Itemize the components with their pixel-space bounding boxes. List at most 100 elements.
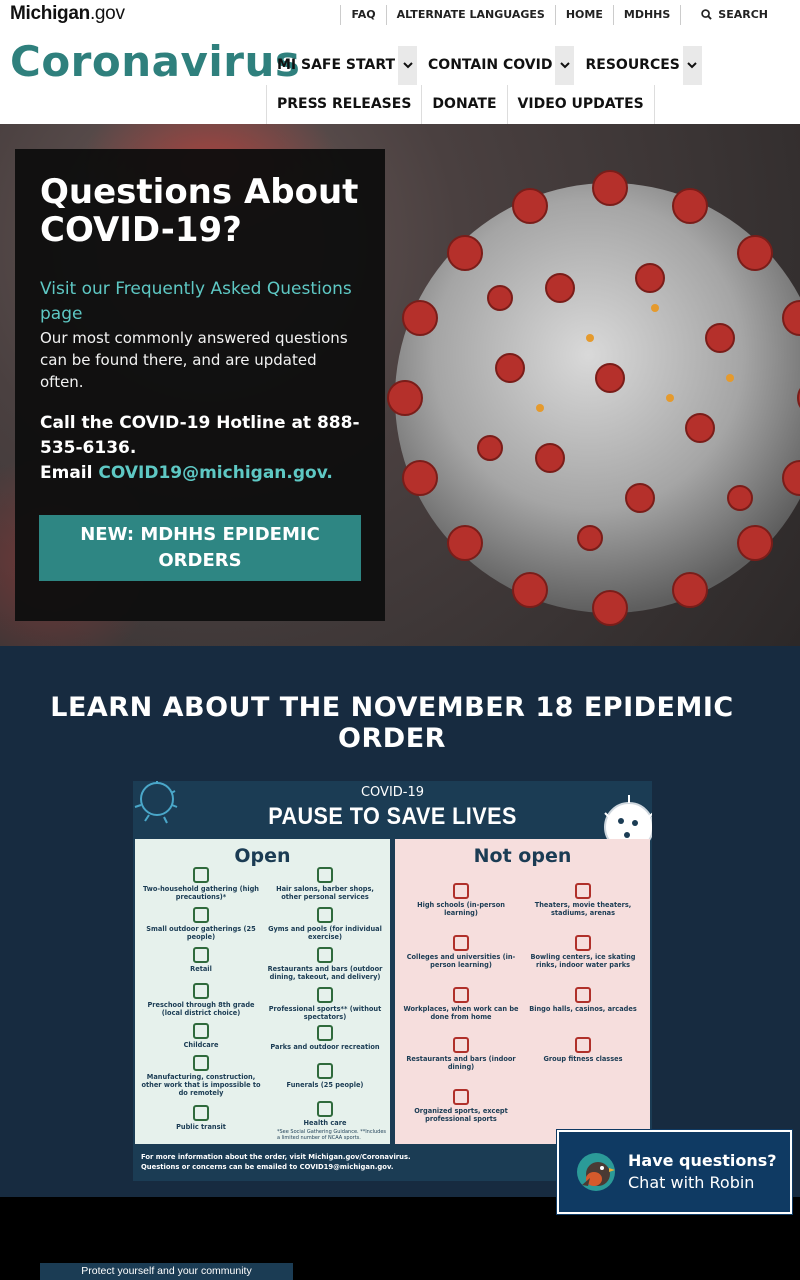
graphic-title: PAUSE TO SAVE LIVES <box>268 803 517 830</box>
open-item: Manufacturing, construction, other work … <box>141 1055 261 1097</box>
school-icon <box>453 883 469 899</box>
email-line: Email COVID19@michigan.gov. <box>40 461 360 486</box>
questions-panel: Questions About COVID-19? Visit our Freq… <box>15 149 385 621</box>
site-header: Coronavirus MI SAFE START CONTAIN COVID … <box>0 29 800 124</box>
chevron-down-icon[interactable] <box>555 46 575 85</box>
not-open-panel: Not open High schools (in-person learnin… <box>395 839 650 1144</box>
nav-resources[interactable]: RESOURCES <box>574 46 702 85</box>
protect-banner: Protect yourself and your community <box>40 1263 293 1280</box>
nav-video-updates[interactable]: VIDEO UPDATES <box>506 85 655 124</box>
utility-bar: Michigan.gov FAQ ALTERNATE LANGUAGES HOM… <box>0 0 800 29</box>
closed-item: Group fitness classes <box>523 1037 643 1063</box>
nav-mi-safe-start[interactable]: MI SAFE START <box>266 46 418 85</box>
open-heading: Open <box>234 845 291 867</box>
chat-action: Chat with Robin <box>628 1173 755 1192</box>
open-item: Public transit <box>141 1105 261 1131</box>
open-item: Parks and outdoor recreation <box>265 1025 385 1051</box>
chevron-down-icon[interactable] <box>682 46 702 85</box>
open-item: Gyms and pools (for individual exercise) <box>265 907 385 941</box>
chevron-down-icon[interactable] <box>398 46 418 85</box>
search-icon <box>701 9 713 20</box>
closed-item: Theaters, movie theaters, stadiums, aren… <box>523 883 643 917</box>
nav-label: RESOURCES <box>585 57 680 73</box>
house-icon <box>193 867 209 883</box>
store-icon <box>193 947 209 963</box>
epidemic-orders-button[interactable]: NEW: MDHHS EPIDEMIC ORDERS <box>39 515 361 581</box>
chat-with-robin-widget[interactable]: Have questions? Chat with Robin <box>556 1129 793 1215</box>
utility-links: FAQ ALTERNATE LANGUAGES HOME MDHHS SEARC… <box>340 0 778 29</box>
search-button[interactable]: SEARCH <box>680 4 778 25</box>
learn-section: LEARN ABOUT THE NOVEMBER 18 EPIDEMIC ORD… <box>0 646 800 1197</box>
nav-contain-covid[interactable]: CONTAIN COVID <box>417 46 575 85</box>
closed-item: Organized sports, except professional sp… <box>401 1089 521 1123</box>
closed-item: High schools (in-person learning) <box>401 883 521 917</box>
panel-heading: Questions About COVID-19? <box>40 172 359 250</box>
coronavirus-illustration <box>387 170 800 626</box>
section-heading: LEARN ABOUT THE NOVEMBER 18 EPIDEMIC ORD… <box>50 692 734 754</box>
footer-line: Questions or concerns can be emailed to … <box>141 1163 394 1171</box>
nav-donate[interactable]: DONATE <box>421 85 506 124</box>
faq-description: Our most commonly answered questions can… <box>40 329 348 391</box>
search-label: SEARCH <box>718 7 768 21</box>
computer-icon <box>453 987 469 1003</box>
closed-item: Workplaces, when work can be done from h… <box>401 987 521 1021</box>
school-icon <box>193 983 209 999</box>
open-item: Preschool through 8th grade (local distr… <box>141 983 261 1017</box>
bus-icon <box>193 1105 209 1121</box>
pause-to-save-lives-infographic[interactable]: COVID-19 PAUSE TO SAVE LIVES Open Two-ho… <box>133 781 652 1181</box>
nav-press-releases[interactable]: PRESS RELEASES <box>266 85 421 124</box>
park-icon <box>317 1025 333 1041</box>
mdhhs-link[interactable]: MDHHS <box>612 4 680 25</box>
closed-item: Bingo halls, casinos, arcades <box>523 987 643 1013</box>
email-prefix: Email <box>40 463 93 483</box>
open-item: Two-household gathering (high precaution… <box>141 867 261 901</box>
graphic-footer: For more information about the order, vi… <box>141 1152 411 1172</box>
open-item: Health care <box>265 1101 385 1127</box>
racket-icon <box>317 987 333 1003</box>
health-cross-icon <box>317 1101 333 1117</box>
closed-item: Colleges and universities (in-person lea… <box>401 935 521 969</box>
nav-label: VIDEO UPDATES <box>506 85 655 124</box>
chat-text: Have questions? Chat with Robin <box>628 1150 777 1194</box>
funeral-icon <box>317 1063 333 1079</box>
footer-line: For more information about the order, vi… <box>141 1153 411 1161</box>
graphic-subtitle: COVID-19 <box>360 785 425 800</box>
closed-item: Bowling centers, ice skating rinks, indo… <box>523 935 643 969</box>
michigan-gov-logo[interactable]: Michigan.gov <box>10 3 125 25</box>
chat-question: Have questions? <box>628 1151 777 1170</box>
ball-icon <box>453 1089 469 1105</box>
closed-item: Restaurants and bars (indoor dining) <box>401 1037 521 1071</box>
alternate-languages-link[interactable]: ALTERNATE LANGUAGES <box>385 4 555 25</box>
fitness-icon <box>575 1037 591 1053</box>
home-link[interactable]: HOME <box>554 4 613 25</box>
faq-page-link[interactable]: Visit our Frequently Asked Questions pag… <box>40 277 360 327</box>
hammer-icon <box>193 1055 209 1071</box>
tree-icon <box>193 907 209 923</box>
theater-icon <box>575 883 591 899</box>
logo-text: Michigan <box>10 3 90 24</box>
dumbbell-icon <box>317 907 333 923</box>
open-item: Restaurants and bars (outdoor dining, ta… <box>265 947 385 981</box>
scissors-icon <box>317 867 333 883</box>
faq-link[interactable]: FAQ <box>340 4 385 25</box>
logo-suffix: .gov <box>89 3 125 24</box>
footnote: *See Social Gathering Guidance. **Includ… <box>277 1129 386 1141</box>
open-panel: Open Two-household gathering (high preca… <box>135 839 390 1144</box>
childcare-icon <box>193 1023 209 1039</box>
nav-label: MI SAFE START <box>277 57 396 73</box>
nav-label: DONATE <box>421 85 506 124</box>
hotline-text: Call the COVID-19 Hotline at 888-535-613… <box>40 413 360 458</box>
open-item: Funerals (25 people) <box>265 1063 385 1089</box>
nav-label: CONTAIN COVID <box>428 57 553 73</box>
open-item: Retail <box>141 947 261 973</box>
dice-icon <box>575 987 591 1003</box>
open-item: Small outdoor gatherings (25 people) <box>141 907 261 941</box>
graduation-cap-icon <box>453 935 469 951</box>
robin-bird-icon <box>577 1153 615 1191</box>
site-title[interactable]: Coronavirus <box>10 37 300 86</box>
takeout-icon <box>317 947 333 963</box>
email-link[interactable]: COVID19@michigan.gov. <box>98 463 332 483</box>
nav-label: PRESS RELEASES <box>266 85 421 124</box>
main-nav: MI SAFE START CONTAIN COVID RESOURCES PR… <box>266 29 800 124</box>
open-item: Professional sports** (without spectator… <box>265 987 385 1021</box>
